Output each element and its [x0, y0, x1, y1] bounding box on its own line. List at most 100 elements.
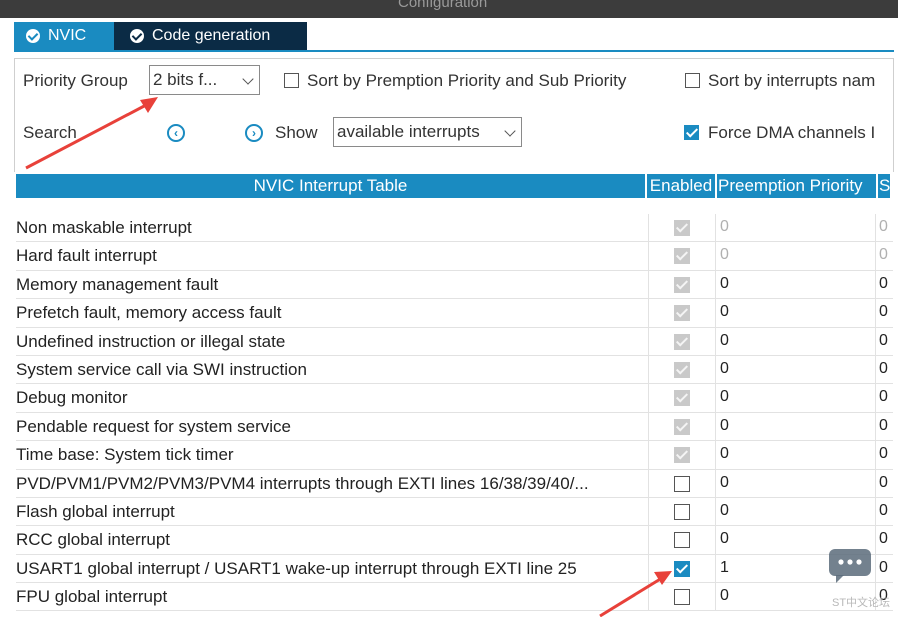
sort-premption-checkbox[interactable]	[284, 73, 299, 88]
priority-group-select[interactable]: 2 bits f...	[149, 65, 260, 95]
enabled-checkbox	[674, 447, 690, 464]
enabled-checkbox	[674, 390, 690, 407]
column-divider	[648, 214, 649, 242]
enabled-checkbox[interactable]	[674, 503, 690, 520]
column-divider	[875, 526, 876, 554]
column-divider	[875, 214, 876, 242]
preemption-priority-value[interactable]: 0	[720, 388, 729, 406]
tab-code-generation[interactable]: Code generation	[114, 22, 307, 50]
sub-priority-value[interactable]: 0	[879, 417, 888, 435]
table-row[interactable]: Memory management fault 0 0	[16, 270, 893, 300]
column-divider	[715, 497, 716, 526]
table-row[interactable]: System service call via SWI instruction 0…	[16, 355, 893, 385]
force-dma-checkbox[interactable]	[684, 125, 699, 140]
table-row[interactable]: Undefined instruction or illegal state 0 0	[16, 327, 893, 356]
interrupt-name: Prefetch fault, memory access fault	[16, 303, 282, 323]
column-divider	[875, 469, 876, 497]
column-header-preemption[interactable]: Preemption Priority	[717, 174, 876, 198]
column-header-enabled-label: Enabled	[649, 176, 713, 195]
search-label: Search	[23, 123, 77, 142]
check-circle-icon	[130, 29, 144, 43]
interrupt-name: FPU global interrupt	[16, 587, 168, 607]
column-header-preemption-label: Preemption Priority	[718, 176, 863, 195]
table-row[interactable]: RCC global interrupt 0 0	[16, 526, 893, 555]
interrupt-name: PVD/PVM1/PVM2/PVM3/PVM4 interrupts throu…	[16, 473, 589, 493]
preemption-priority-value[interactable]: 1	[720, 559, 729, 577]
show-label: Show	[275, 123, 318, 142]
table-row[interactable]: Non maskable interrupt 0 0	[16, 214, 893, 243]
preemption-priority-value[interactable]: 0	[720, 275, 729, 293]
preemption-priority-value[interactable]: 0	[720, 332, 729, 350]
preemption-priority-value[interactable]: 0	[720, 360, 729, 378]
sub-priority-value[interactable]: 0	[879, 388, 888, 406]
column-divider	[648, 355, 649, 384]
show-filter-select[interactable]: available interrupts	[333, 117, 522, 147]
enabled-checkbox	[674, 276, 690, 293]
interrupt-name: Hard fault interrupt	[16, 246, 157, 266]
sub-priority-value[interactable]: 0	[879, 246, 888, 264]
sub-priority-value[interactable]: 0	[879, 445, 888, 463]
column-header-sub-priority-label: S	[879, 176, 890, 195]
sub-priority-value[interactable]: 0	[879, 275, 888, 293]
preemption-priority-value[interactable]: 0	[720, 530, 729, 548]
circle-chevron-right-icon[interactable]: ›	[245, 124, 263, 142]
column-divider	[715, 242, 716, 270]
enabled-checkbox	[674, 305, 690, 322]
priority-group-label: Priority Group	[23, 71, 128, 90]
priority-group-value: 2 bits f...	[153, 70, 218, 89]
preemption-priority-value[interactable]: 0	[720, 587, 729, 605]
column-header-enabled[interactable]: Enabled	[647, 174, 715, 198]
table-row[interactable]: Flash global interrupt 0 0	[16, 497, 893, 527]
sort-premption-label: Sort by Premption Priority and Sub Prior…	[307, 71, 627, 90]
column-divider	[875, 299, 876, 327]
column-header-interrupt[interactable]: NVIC Interrupt Table	[16, 174, 645, 198]
preemption-priority-value[interactable]: 0	[720, 502, 729, 520]
circle-chevron-left-icon[interactable]: ‹	[167, 124, 185, 142]
preemption-priority-value[interactable]: 0	[720, 303, 729, 321]
table-row[interactable]: USART1 global interrupt / USART1 wake-up…	[16, 554, 893, 584]
column-divider	[875, 355, 876, 384]
table-row[interactable]: Debug monitor 0 0	[16, 384, 893, 413]
sub-priority-value[interactable]: 0	[879, 360, 888, 378]
sub-priority-value[interactable]: 0	[879, 530, 888, 548]
sub-priority-value[interactable]: 0	[879, 474, 888, 492]
watermark-text: ST中文论坛	[832, 597, 891, 609]
column-divider	[715, 412, 716, 441]
sub-priority-value[interactable]: 0	[879, 559, 888, 577]
table-row[interactable]: Pendable request for system service 0 0	[16, 412, 893, 442]
table-row[interactable]: Hard fault interrupt 0 0	[16, 242, 893, 271]
column-header-sub-priority[interactable]: S	[878, 174, 890, 198]
interrupt-name: Debug monitor	[16, 388, 128, 408]
column-divider	[715, 583, 716, 611]
column-divider	[648, 384, 649, 412]
enabled-checkbox	[674, 248, 690, 265]
preemption-priority-value[interactable]: 0	[720, 474, 729, 492]
window-titlebar: Configuration	[0, 0, 898, 18]
enabled-checkbox[interactable]	[674, 532, 690, 549]
sub-priority-value[interactable]: 0	[879, 332, 888, 350]
enabled-checkbox[interactable]	[674, 475, 690, 492]
preemption-priority-value[interactable]: 0	[720, 445, 729, 463]
preemption-priority-value[interactable]: 0	[720, 246, 729, 264]
chevron-down-icon	[504, 125, 516, 137]
table-row[interactable]: FPU global interrupt 0 0	[16, 583, 893, 612]
sort-interrupts-label: Sort by interrupts nam	[708, 71, 876, 90]
table-row[interactable]: Prefetch fault, memory access fault 0 0	[16, 299, 893, 328]
sub-priority-value[interactable]: 0	[879, 218, 888, 236]
tab-nvic[interactable]: NVIC	[14, 22, 114, 50]
column-divider	[648, 441, 649, 469]
preemption-priority-value[interactable]: 0	[720, 218, 729, 236]
column-divider	[875, 270, 876, 299]
force-dma-label: Force DMA channels I	[708, 123, 876, 142]
show-filter-value: available interrupts	[337, 122, 480, 141]
column-divider	[648, 469, 649, 497]
table-row[interactable]: PVD/PVM1/PVM2/PVM3/PVM4 interrupts throu…	[16, 469, 893, 498]
enabled-checkbox[interactable]	[674, 560, 690, 577]
table-row[interactable]: Time base: System tick timer 0 0	[16, 441, 893, 470]
sub-priority-value[interactable]: 0	[879, 502, 888, 520]
enabled-checkbox[interactable]	[674, 589, 690, 606]
sub-priority-value[interactable]: 0	[879, 303, 888, 321]
column-divider	[648, 497, 649, 526]
preemption-priority-value[interactable]: 0	[720, 417, 729, 435]
sort-interrupts-checkbox[interactable]	[685, 73, 700, 88]
